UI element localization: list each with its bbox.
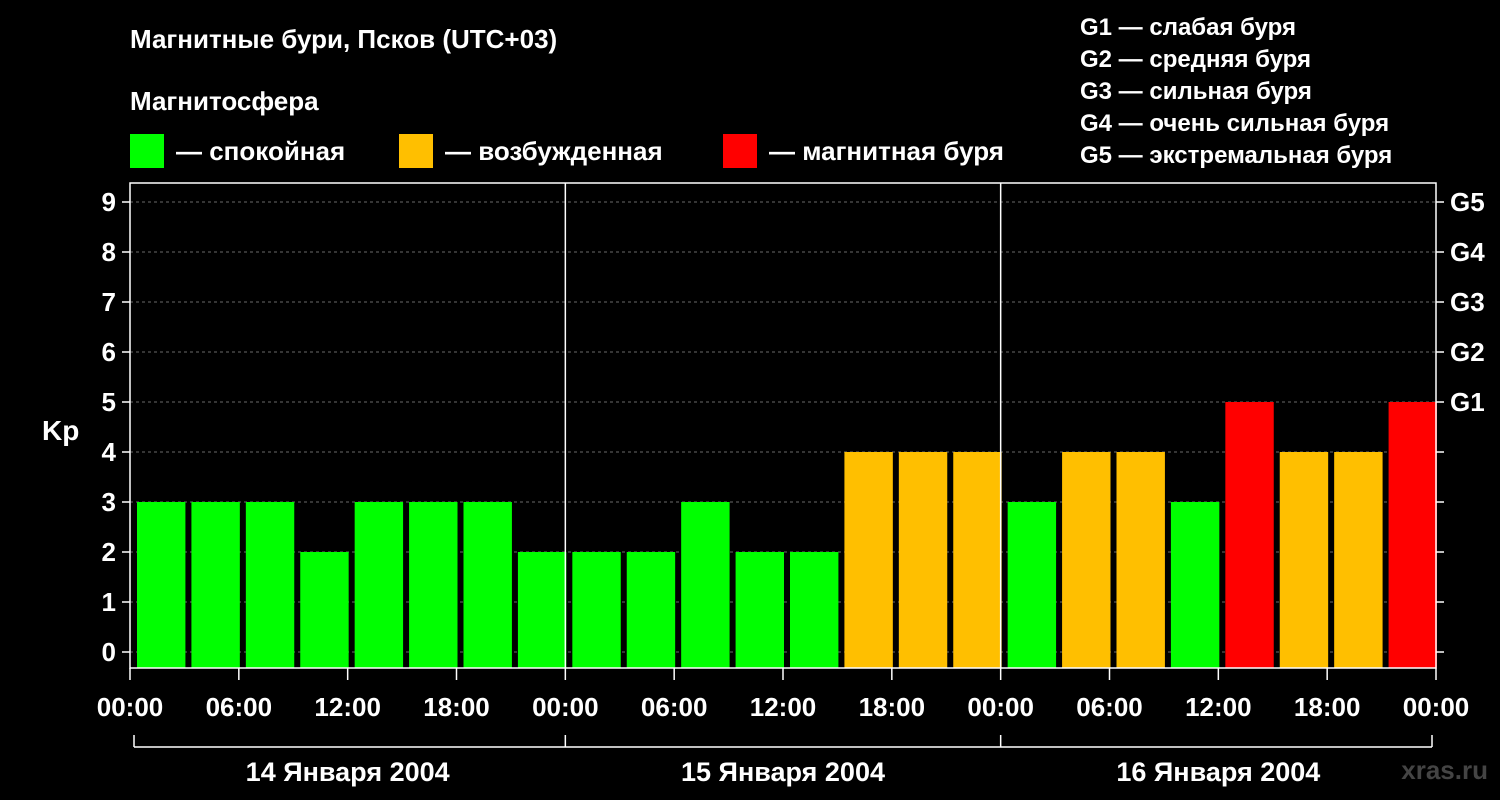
kp-bar <box>191 502 240 668</box>
x-tick-label: 18:00 <box>423 692 490 722</box>
kp-bar <box>245 502 295 668</box>
kp-bar <box>300 552 349 668</box>
g-scale-label: G3 <box>1450 287 1485 317</box>
kp-bar <box>1388 402 1437 668</box>
g-scale-label: G2 <box>1450 337 1485 367</box>
y-tick-label: 2 <box>102 537 116 567</box>
kp-bar <box>681 502 730 668</box>
kp-bar <box>626 552 676 668</box>
kp-bar <box>517 552 567 668</box>
kp-bar <box>1225 402 1274 668</box>
y-tick-label: 4 <box>102 437 117 467</box>
day-label: 15 Января 2004 <box>681 757 885 787</box>
x-tick-label: 18:00 <box>859 692 926 722</box>
y-tick-label: 1 <box>102 587 116 617</box>
y-tick-label: 8 <box>102 237 116 267</box>
kp-bar <box>953 452 1002 668</box>
y-tick-label: 7 <box>102 287 116 317</box>
y-tick-label: 6 <box>102 337 116 367</box>
kp-bar <box>1062 452 1111 668</box>
kp-bar <box>1279 452 1329 668</box>
kp-bar <box>572 552 621 668</box>
x-tick-label: 00:00 <box>967 692 1034 722</box>
x-tick-label: 06:00 <box>641 692 708 722</box>
kp-bar <box>898 452 948 668</box>
kp-bar <box>1334 452 1383 668</box>
kp-bar <box>1116 452 1165 668</box>
g-scale-label: G4 <box>1450 237 1485 267</box>
y-tick-label: 3 <box>102 487 116 517</box>
day-label: 14 Января 2004 <box>246 757 450 787</box>
x-tick-label: 12:00 <box>1185 692 1252 722</box>
x-tick-label: 00:00 <box>97 692 164 722</box>
kp-bar <box>735 552 784 668</box>
kp-bar <box>354 502 404 668</box>
kp-bar <box>844 452 893 668</box>
x-tick-label: 18:00 <box>1294 692 1361 722</box>
kp-bar <box>137 502 186 668</box>
y-axis-label: Kp <box>42 415 79 446</box>
y-tick-label: 9 <box>102 187 116 217</box>
g-scale-label: G1 <box>1450 387 1485 417</box>
x-tick-label: 12:00 <box>314 692 381 722</box>
kp-bar-chart: 0 1 2 3 4 5 6 7 8 9 G1 G2 G3 G4 G5 Kp 00:00 06:00 12:00 18:… <box>42 182 1485 787</box>
x-tick-label: 12:00 <box>750 692 817 722</box>
kp-bar <box>1007 502 1057 668</box>
kp-bar <box>409 502 458 668</box>
x-tick-label: 00:00 <box>1403 692 1470 722</box>
kp-bar <box>463 502 512 668</box>
x-tick-label: 00:00 <box>532 692 599 722</box>
y-tick-label: 5 <box>102 387 116 417</box>
day-label: 16 Января 2004 <box>1116 757 1320 787</box>
x-tick-label: 06:00 <box>206 692 273 722</box>
kp-bar <box>790 552 839 668</box>
kp-bar <box>1170 502 1220 668</box>
watermark: xras.ru <box>1401 755 1488 785</box>
y-tick-label: 0 <box>102 637 116 667</box>
x-tick-label: 06:00 <box>1076 692 1143 722</box>
g-scale-label: G5 <box>1450 187 1485 217</box>
